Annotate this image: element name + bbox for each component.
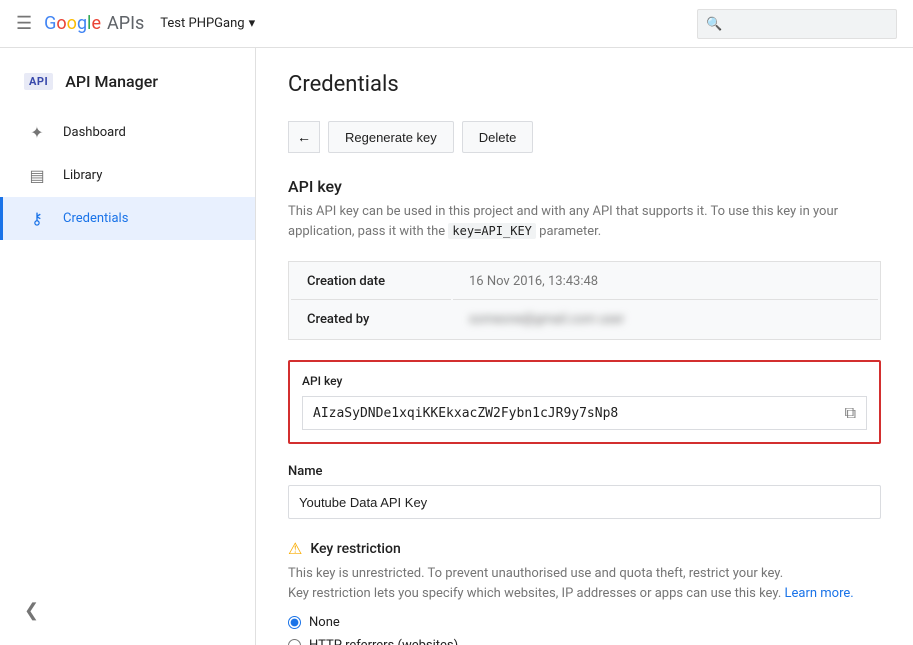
google-apis-logo: Google APIs xyxy=(44,13,144,34)
sidebar-item-credentials[interactable]: ⚷ Credentials xyxy=(0,197,255,240)
table-row: Created by someone@gmail.com user xyxy=(291,302,878,337)
library-icon: ▤ xyxy=(27,166,47,185)
restriction-section: ⚠ Key restriction This key is unrestrict… xyxy=(288,539,881,645)
delete-button[interactable]: Delete xyxy=(462,121,534,153)
sidebar-item-label-library: Library xyxy=(63,168,102,183)
api-badge: API xyxy=(24,73,53,90)
radio-http[interactable]: HTTP referrers (websites) xyxy=(288,638,881,645)
sidebar: API API Manager ✦ Dashboard ▤ Library ⚷ … xyxy=(0,48,256,645)
created-by-label: Created by xyxy=(291,302,451,337)
layout: API API Manager ✦ Dashboard ▤ Library ⚷ … xyxy=(0,48,913,645)
dropdown-icon: ▾ xyxy=(249,16,256,31)
api-key-box: API key AIzaSyDNDe1xqiKKEkxacZW2Fybn1cJR… xyxy=(288,360,881,444)
radio-group: None HTTP referrers (websites) IP addres… xyxy=(288,615,881,645)
creation-date-label: Creation date xyxy=(291,264,451,300)
sidebar-header: API API Manager xyxy=(0,56,255,107)
restriction-desc: This key is unrestricted. To prevent una… xyxy=(288,564,881,603)
info-table: Creation date 16 Nov 2016, 13:43:48 Crea… xyxy=(288,261,881,340)
back-button[interactable]: ← xyxy=(288,121,320,153)
name-label: Name xyxy=(288,464,881,479)
api-key-field: AIzaSyDNDe1xqiKKEkxacZW2Fybn1cJR9y7sNp8 … xyxy=(302,396,867,430)
restriction-header: ⚠ Key restriction xyxy=(288,539,881,558)
main-content: Credentials ← Regenerate key Delete API … xyxy=(256,48,913,645)
apis-text: APIs xyxy=(107,13,144,34)
credentials-icon: ⚷ xyxy=(27,209,47,228)
api-key-box-label: API key xyxy=(302,374,867,388)
sidebar-item-library[interactable]: ▤ Library xyxy=(0,154,255,197)
api-key-value: AIzaSyDNDe1xqiKKEkxacZW2Fybn1cJR9y7sNp8 xyxy=(313,406,837,421)
regenerate-key-button[interactable]: Regenerate key xyxy=(328,121,454,153)
code-snippet: key=API_KEY xyxy=(448,223,535,239)
sidebar-nav: ✦ Dashboard ▤ Library ⚷ Credentials xyxy=(0,107,255,240)
name-field-group: Name xyxy=(288,464,881,519)
learn-more-link[interactable]: Learn more. xyxy=(785,586,854,601)
project-name: Test PHPGang xyxy=(160,16,244,31)
hamburger-icon[interactable]: ☰ xyxy=(16,13,32,34)
api-key-section: API key This API key can be used in this… xyxy=(288,177,881,241)
toolbar: ← Regenerate key Delete xyxy=(288,121,881,153)
copy-icon[interactable]: ⧉ xyxy=(845,403,856,423)
collapse-icon: ❮ xyxy=(24,600,39,621)
creation-date-value: 16 Nov 2016, 13:43:48 xyxy=(453,264,878,300)
sidebar-title: API Manager xyxy=(65,72,158,91)
google-logo: Google xyxy=(44,13,101,34)
radio-http-label: HTTP referrers (websites) xyxy=(309,638,458,645)
sidebar-collapse[interactable]: ❮ xyxy=(0,592,256,629)
search-bar[interactable] xyxy=(697,9,897,39)
sidebar-item-label-credentials: Credentials xyxy=(63,211,128,226)
radio-none[interactable]: None xyxy=(288,615,881,630)
dashboard-icon: ✦ xyxy=(27,123,47,142)
page-title: Credentials xyxy=(288,72,881,97)
search-input[interactable] xyxy=(706,16,888,31)
sidebar-item-dashboard[interactable]: ✦ Dashboard xyxy=(0,111,255,154)
project-selector[interactable]: Test PHPGang ▾ xyxy=(160,16,255,31)
radio-none-label: None xyxy=(309,615,340,630)
created-by-value: someone@gmail.com user xyxy=(453,302,878,337)
api-key-title: API key xyxy=(288,177,881,196)
api-key-desc: This API key can be used in this project… xyxy=(288,202,881,241)
restriction-title: Key restriction xyxy=(310,541,400,557)
table-row: Creation date 16 Nov 2016, 13:43:48 xyxy=(291,264,878,300)
top-header: ☰ Google APIs Test PHPGang ▾ xyxy=(0,0,913,48)
warning-icon: ⚠ xyxy=(288,539,302,558)
name-input[interactable] xyxy=(288,485,881,519)
sidebar-item-label-dashboard: Dashboard xyxy=(63,125,126,140)
